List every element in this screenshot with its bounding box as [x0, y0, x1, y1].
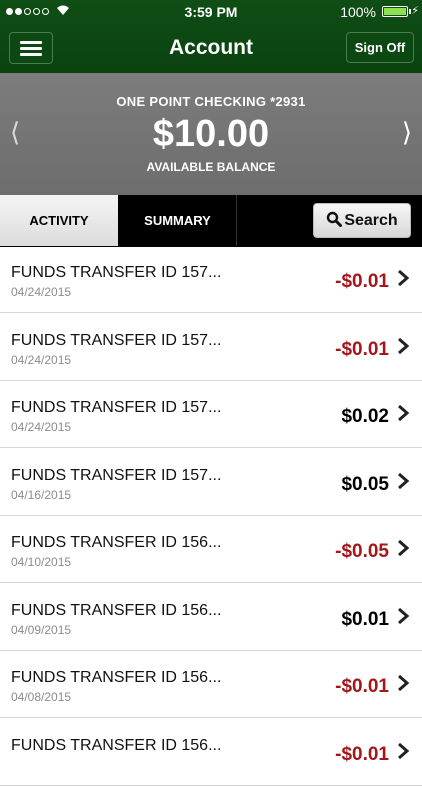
chevron-right-icon — [398, 674, 410, 692]
battery-icon — [382, 6, 408, 17]
transaction-date: 04/08/2015 — [11, 690, 72, 704]
transaction-amount: -$0.01 — [335, 271, 389, 292]
sign-off-button[interactable]: Sign Off — [346, 32, 414, 63]
transaction-date: 04/09/2015 — [11, 622, 72, 637]
chevron-right-icon — [398, 269, 410, 287]
search-icon — [327, 211, 343, 227]
account-name: ONE POINT CHECKING *2931 — [116, 94, 306, 109]
search-button-label: Search — [344, 212, 398, 229]
transaction-amount: $0.01 — [341, 608, 389, 630]
transaction-date: 04/24/2015 — [11, 420, 72, 434]
transaction-amount: -$0.01 — [335, 338, 389, 360]
account-balance: $10.00 — [152, 113, 270, 155]
battery-percent: 100% — [340, 4, 376, 20]
chevron-right-icon — [398, 404, 410, 422]
transaction-amount: -$0.01 — [335, 676, 389, 697]
transaction-description: FUNDS TRANSFER ID 157... — [11, 466, 222, 484]
balance-label: AVAILABLE BALANCE — [146, 160, 276, 174]
tab-activity[interactable]: ACTIVITY — [0, 195, 118, 246]
transaction-row[interactable]: FUNDS TRANSFER ID 157... 04/24/2015 -$0.01 — [0, 314, 422, 381]
transaction-date: 04/24/2015 — [11, 352, 72, 367]
transaction-row[interactable]: FUNDS TRANSFER ID 157... 04/24/2015 -$0.01 — [0, 247, 422, 313]
transaction-description: FUNDS TRANSFER ID 156... — [11, 669, 222, 686]
chevron-right-icon — [398, 337, 410, 354]
transaction-description: FUNDS TRANSFER ID 157... — [11, 331, 222, 349]
chevron-right-icon — [398, 742, 410, 759]
transaction-description: FUNDS TRANSFER ID 156... — [11, 534, 222, 551]
transaction-amount: -$0.01 — [335, 743, 389, 765]
nav-bar: Account Sign Off — [0, 24, 422, 73]
transaction-row[interactable]: FUNDS TRANSFER ID 156... 04/10/2015 -$0.05 — [0, 517, 422, 583]
transaction-description: FUNDS TRANSFER ID 156... — [11, 601, 222, 619]
transaction-amount: $0.02 — [341, 406, 389, 427]
transaction-date: 04/10/2015 — [11, 555, 72, 569]
search-button[interactable]: Search — [313, 203, 411, 238]
transaction-list: FUNDS TRANSFER ID 157... 04/24/2015 -$0.01… — [0, 247, 422, 787]
transaction-row[interactable]: FUNDS TRANSFER ID 157... 04/24/2015 $0.02 — [0, 382, 422, 448]
transaction-amount: $0.05 — [341, 473, 389, 495]
transaction-row[interactable]: FUNDS TRANSFER ID 157... 04/16/2015 $0.05 — [0, 449, 422, 516]
app-header: 3:59 PM 100% ⚡ Account Sign Off — [0, 0, 422, 73]
tab-summary[interactable]: SUMMARY — [119, 195, 237, 246]
transaction-date: 04/16/2015 — [11, 487, 72, 502]
transaction-description: FUNDS TRANSFER ID 157... — [11, 399, 222, 416]
transaction-amount: -$0.05 — [335, 541, 389, 562]
transaction-row[interactable]: FUNDS TRANSFER ID 156... 04/08/2015 -$0.01 — [0, 652, 422, 718]
tab-bar: ACTIVITY SUMMARY Search — [0, 195, 422, 247]
transaction-description: FUNDS TRANSFER ID 157... — [11, 264, 222, 281]
transaction-row[interactable]: FUNDS TRANSFER ID 156... 04/09/2015 $0.01 — [0, 584, 422, 651]
account-summary-panel[interactable]: ⟨ ONE POINT CHECKING *2931 $10.00 AVAILA… — [0, 73, 422, 195]
chevron-right-icon — [398, 472, 410, 489]
chevron-right-icon — [398, 539, 410, 557]
chevron-right-icon — [398, 607, 410, 624]
status-bar: 3:59 PM 100% ⚡ — [0, 0, 422, 24]
next-account-arrow-icon[interactable]: ⟩ — [402, 117, 412, 148]
transaction-date: 04/24/2015 — [11, 285, 72, 299]
transaction-description: FUNDS TRANSFER ID 156... — [11, 736, 222, 754]
charging-icon: ⚡ — [411, 5, 419, 17]
transaction-row[interactable]: FUNDS TRANSFER ID 156... -$0.01 — [0, 719, 422, 786]
